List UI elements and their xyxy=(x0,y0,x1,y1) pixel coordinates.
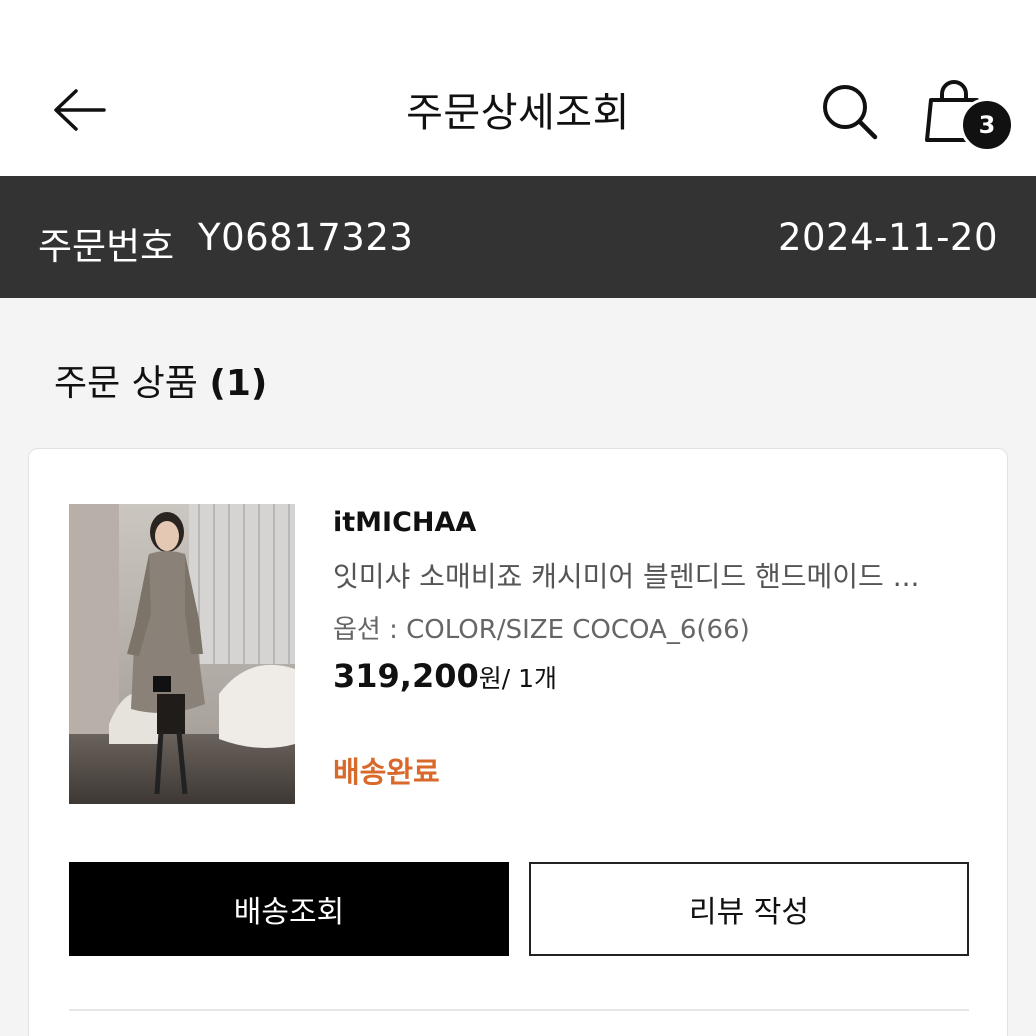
product-price: 319,200 xyxy=(333,657,479,695)
order-item-card: itMICHAA 잇미샤 소매비죠 캐시미어 블렌디드 핸드메이드 ... 옵션… xyxy=(28,448,1008,1036)
app-header: 주문상세조회 3 xyxy=(0,0,1036,176)
cart-button[interactable]: 3 xyxy=(916,72,1016,156)
search-icon xyxy=(823,85,878,140)
search-button[interactable] xyxy=(814,76,886,148)
product-name[interactable]: 잇미샤 소매비죠 캐시미어 블렌디드 핸드메이드 ... xyxy=(333,555,973,595)
section-title-text: 주문 상품 xyxy=(54,363,198,404)
price-unit: 원/ 1개 xyxy=(478,664,558,693)
item-count: (1) xyxy=(209,363,268,404)
order-info-bar: 주문번호 Y06817323 2024-11-20 xyxy=(0,176,1036,298)
price-row: 319,200원/ 1개 xyxy=(333,657,557,695)
product-brand: itMICHAA xyxy=(333,507,477,538)
order-number: Y06817323 xyxy=(198,216,414,259)
track-delivery-button[interactable]: 배송조회 xyxy=(69,862,509,956)
product-photo xyxy=(69,504,295,804)
divider xyxy=(69,1009,969,1011)
product-option: 옵션 : COLOR/SIZE COCOA_6(66) xyxy=(333,615,750,645)
order-date: 2024-11-20 xyxy=(777,216,998,259)
order-number-label: 주문번호 xyxy=(38,225,175,268)
product-image[interactable] xyxy=(69,504,295,804)
section-title: 주문 상품 (1) xyxy=(54,354,267,406)
delivery-status: 배송완료 xyxy=(333,755,440,789)
write-review-button[interactable]: 리뷰 작성 xyxy=(529,862,969,956)
cart-count-badge: 3 xyxy=(960,98,1014,152)
